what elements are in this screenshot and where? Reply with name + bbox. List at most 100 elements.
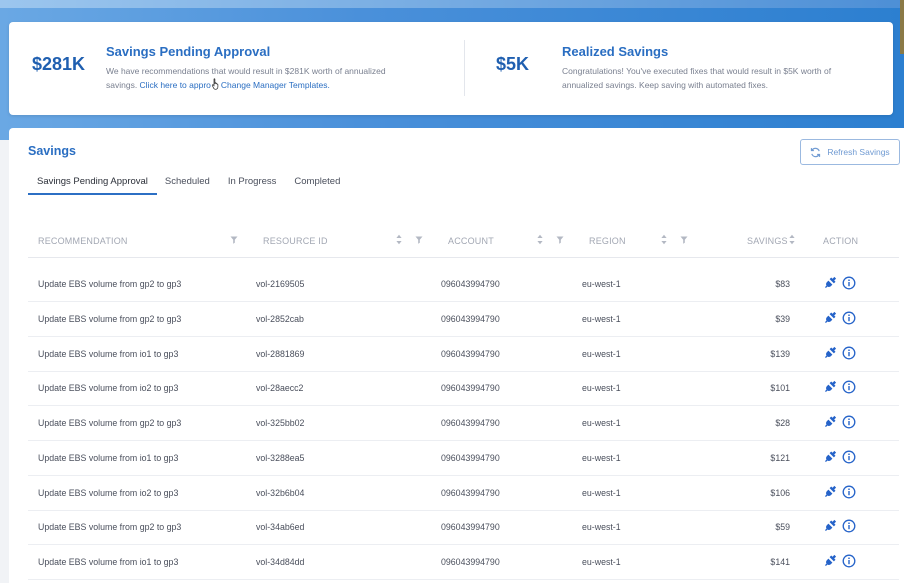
region-cell: eu-west-1 xyxy=(582,383,621,394)
savings-panel: Savings Refresh Savings Savings Pending … xyxy=(9,128,904,583)
row-actions xyxy=(823,276,856,290)
execute-plug-icon[interactable] xyxy=(823,380,837,394)
change-manager-templates-link[interactable]: Change Manager Templates. xyxy=(221,80,330,90)
savings-cell: $59 xyxy=(775,522,790,533)
table-row: Update EBS volume from gp2 to gp3 vol-216… xyxy=(28,267,899,302)
resource-id-cell: vol-34ab6ed xyxy=(256,522,305,533)
info-icon[interactable] xyxy=(842,519,856,533)
tab-in-progress[interactable]: In Progress xyxy=(220,171,287,195)
account-cell: 096043994790 xyxy=(441,487,500,498)
execute-plug-icon[interactable] xyxy=(823,311,837,325)
header-recommendation[interactable]: RECOMMENDATION xyxy=(38,236,128,246)
sort-icon[interactable] xyxy=(788,234,796,245)
realized-amount: $5K xyxy=(496,54,530,74)
table-row: Update EBS volume from io1 to gp3 vol-34d… xyxy=(28,545,899,580)
row-actions xyxy=(823,485,856,499)
resource-id-cell: vol-3288ea5 xyxy=(256,452,305,463)
left-gutter xyxy=(0,140,9,583)
refresh-savings-button[interactable]: Refresh Savings xyxy=(800,139,900,165)
recommendation-cell: Update EBS volume from io1 to gp3 xyxy=(38,557,179,567)
filter-icon[interactable] xyxy=(415,234,423,245)
recommendation-cell: Update EBS volume from io1 to gp3 xyxy=(38,348,179,359)
filter-icon[interactable] xyxy=(230,234,238,245)
region-cell: eu-west-1 xyxy=(582,279,621,289)
resource-id-cell: vol-2881869 xyxy=(256,348,305,359)
savings-cell: $106 xyxy=(770,487,790,498)
header-action: ACTION xyxy=(823,236,859,246)
info-icon[interactable] xyxy=(842,485,856,499)
info-icon[interactable] xyxy=(842,311,856,325)
info-icon[interactable] xyxy=(842,380,856,394)
sort-icon[interactable] xyxy=(536,234,544,245)
account-cell: 096043994790 xyxy=(441,452,500,463)
info-icon[interactable] xyxy=(842,415,856,429)
header-account[interactable]: ACCOUNT xyxy=(448,236,494,246)
execute-plug-icon[interactable] xyxy=(823,415,837,429)
recommendation-cell: Update EBS volume from gp2 to gp3 xyxy=(38,313,182,324)
table-row: Update EBS volume from io2 to gp3 vol-28a… xyxy=(28,371,899,407)
tab-scheduled[interactable]: Scheduled xyxy=(157,171,220,195)
region-cell: eu-west-1 xyxy=(582,313,621,324)
row-actions xyxy=(823,346,856,360)
table-row: Update EBS volume from io1 to gp3 vol-328… xyxy=(28,441,899,476)
header-resource-id[interactable]: RESOURCE ID xyxy=(263,236,328,246)
info-icon[interactable] xyxy=(842,276,856,290)
execute-plug-icon[interactable] xyxy=(823,554,837,568)
account-cell: 096043994790 xyxy=(441,348,500,359)
savings-cell: $141 xyxy=(770,557,790,567)
window-edge xyxy=(900,0,904,54)
savings-tabs: Savings Pending Approval Scheduled In Pr… xyxy=(28,171,350,195)
header-savings[interactable]: SAVINGS xyxy=(747,236,788,246)
sort-icon[interactable] xyxy=(660,234,668,245)
refresh-savings-label: Refresh Savings xyxy=(827,147,890,157)
resource-id-cell: vol-32b6b04 xyxy=(256,487,305,498)
region-cell: eu-west-1 xyxy=(582,522,621,533)
filter-icon[interactable] xyxy=(680,234,688,245)
info-icon[interactable] xyxy=(842,346,856,360)
execute-plug-icon[interactable] xyxy=(823,519,837,533)
realized-desc-line2: annualized savings. Keep saving with aut… xyxy=(562,80,769,90)
region-cell: eu-west-1 xyxy=(582,487,621,498)
recommendation-cell: Update EBS volume from gp2 to gp3 xyxy=(38,522,182,533)
pending-summary: $281K Savings Pending Approval We have r… xyxy=(9,22,464,115)
account-cell: 096043994790 xyxy=(441,418,500,428)
recommendation-cell: Update EBS volume from io1 to gp3 xyxy=(38,452,179,463)
approve-link[interactable]: Click here to appro xyxy=(140,80,211,90)
savings-cell: $101 xyxy=(770,383,790,394)
account-cell: 096043994790 xyxy=(441,279,500,289)
info-icon[interactable] xyxy=(842,554,856,568)
pending-desc-prefix: savings. xyxy=(106,80,140,90)
pending-description: We have recommendations that would resul… xyxy=(106,64,436,92)
savings-cell: $39 xyxy=(775,313,790,324)
filter-icon[interactable] xyxy=(556,234,564,245)
header-region[interactable]: REGION xyxy=(589,236,626,246)
sort-icon[interactable] xyxy=(395,234,403,245)
table-row: Update EBS volume from io1 to gp3 vol-288… xyxy=(28,337,899,372)
region-cell: eu-west-1 xyxy=(582,557,621,567)
execute-plug-icon[interactable] xyxy=(823,450,837,464)
tab-savings-pending-approval[interactable]: Savings Pending Approval xyxy=(28,171,157,195)
row-actions xyxy=(823,519,856,533)
region-cell: eu-west-1 xyxy=(582,452,621,463)
recommendation-cell: Update EBS volume from gp2 to gp3 xyxy=(38,279,182,289)
info-icon[interactable] xyxy=(842,450,856,464)
resource-id-cell: vol-325bb02 xyxy=(256,418,305,428)
region-cell: eu-west-1 xyxy=(582,348,621,359)
realized-desc-line1: Congratulations! You've executed fixes t… xyxy=(562,66,832,76)
pending-title: Savings Pending Approval xyxy=(106,44,271,59)
resource-id-cell: vol-2169505 xyxy=(256,279,305,289)
realized-title: Realized Savings xyxy=(562,44,669,59)
resource-id-cell: vol-28aecc2 xyxy=(256,383,304,394)
savings-cell: $121 xyxy=(770,452,790,463)
execute-plug-icon[interactable] xyxy=(823,485,837,499)
hand-cursor-icon xyxy=(211,78,219,90)
account-cell: 096043994790 xyxy=(441,313,500,324)
execute-plug-icon[interactable] xyxy=(823,276,837,290)
refresh-icon xyxy=(811,147,821,157)
tab-completed[interactable]: Completed xyxy=(286,171,350,195)
account-cell: 096043994790 xyxy=(441,383,500,394)
pending-desc-line1: We have recommendations that would resul… xyxy=(106,66,386,76)
realized-description: Congratulations! You've executed fixes t… xyxy=(562,64,872,92)
row-actions xyxy=(823,311,856,325)
execute-plug-icon[interactable] xyxy=(823,346,837,360)
